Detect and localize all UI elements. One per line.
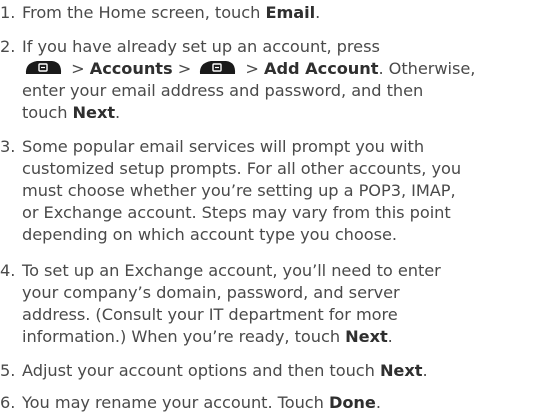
step-1: 1. From the Home screen, touch Email. [0, 2, 547, 24]
step-4-number: 4. [0, 261, 16, 280]
step-2-period: . [115, 103, 121, 122]
step-3-line-2: customized setup prompts. For all other … [22, 159, 462, 178]
step-2-number: 2. [0, 37, 16, 56]
step-6-line-1: 6. You may rename your account. Touch Don… [0, 392, 547, 414]
step-5: 5. Adjust your account options and then t… [0, 360, 547, 382]
step-4-line-2: your company’s domain, password, and ser… [22, 283, 400, 302]
step-3-line-4: or Exchange account. Steps may vary from… [22, 203, 451, 222]
step-2-separator: > [240, 59, 265, 78]
step-2-separator: > [66, 59, 90, 78]
step-6-number: 6. [0, 393, 16, 412]
step-2-text-4: touch [22, 103, 73, 122]
step-1-text: From the Home screen, touch [22, 3, 266, 22]
step-2: 2. If you have already set up an account,… [0, 36, 547, 124]
step-3-line-1: 3. Some popular email services will promp… [0, 136, 547, 158]
step-2-text-2: . Otherwise, [378, 59, 476, 78]
email-label: Email [265, 3, 316, 22]
add-account-label: Add Account [264, 59, 379, 78]
step-5-number: 5. [0, 361, 16, 380]
step-4-line-3: address. (Consult your IT department for… [22, 305, 398, 324]
next-label: Next [72, 103, 116, 122]
step-3-line-3: must choose whether you’re setting up a … [22, 181, 456, 200]
next-label: Next [379, 361, 423, 380]
step-4: 4. To set up an Exchange account, you’ll … [0, 260, 547, 348]
step-2-line-3: enter your email address and password, a… [22, 81, 424, 100]
step-2-separator: > [172, 59, 197, 78]
step-5-line-1: 5. Adjust your account options and then t… [0, 360, 547, 382]
step-2-line-1: 2. If you have already set up an account,… [0, 36, 547, 58]
step-2-line-2: > Accounts > > Add Account. Otherwise, [0, 58, 547, 80]
step-5-text: Adjust your account options and then tou… [22, 361, 380, 380]
done-label: Done [328, 393, 376, 412]
step-3-number: 3. [0, 137, 16, 156]
step-3-text-1: Some popular email services will prompt … [22, 137, 425, 156]
step-4-period: . [387, 327, 393, 346]
step-1-number: 1. [0, 3, 16, 22]
step-6: 6. You may rename your account. Touch Don… [0, 392, 547, 414]
step-4-line-1: 4. To set up an Exchange account, you’ll … [0, 260, 547, 282]
step-2-line-4: touch Next. [0, 102, 547, 124]
step-6-period: . [375, 393, 381, 412]
step-1-period: . [315, 3, 321, 22]
accounts-label: Accounts [89, 59, 173, 78]
next-label: Next [345, 327, 388, 346]
step-4-text-4: information.) When you’re ready, touch [22, 327, 346, 346]
step-4-line-4: information.) When you’re ready, touch N… [0, 326, 547, 348]
menu-key-icon [196, 59, 238, 77]
step-4-text-1: To set up an Exchange account, you’ll ne… [22, 261, 441, 280]
menu-key-icon [22, 59, 64, 77]
step-6-text: You may rename your account. Touch [22, 393, 329, 412]
step-5-period: . [422, 361, 428, 380]
step-3: 3. Some popular email services will promp… [0, 136, 547, 246]
step-1-line-1: 1. From the Home screen, touch Email. [0, 2, 547, 24]
step-3-line-5: depending on which account type you choo… [22, 225, 397, 244]
step-2-text-1: If you have already set up an account, p… [22, 37, 380, 56]
